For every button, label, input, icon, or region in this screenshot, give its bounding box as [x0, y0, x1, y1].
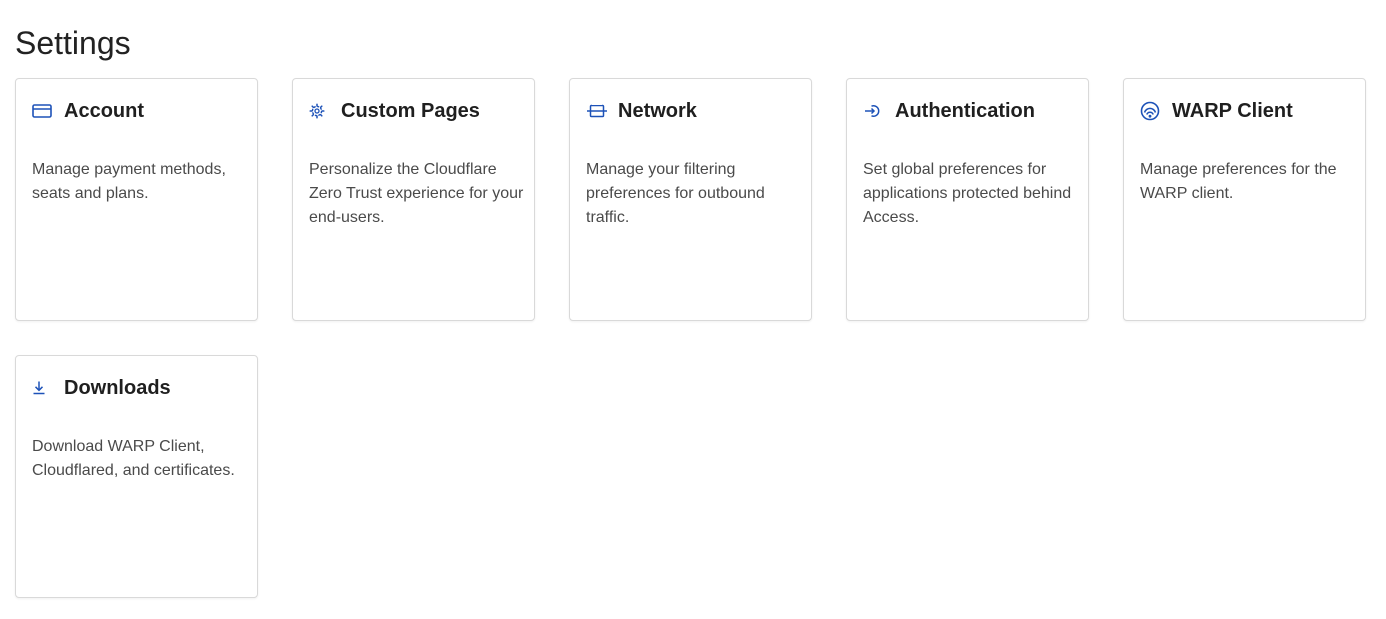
- page-title: Settings: [15, 25, 131, 61]
- card-description: Set global preferences for applications …: [863, 161, 1072, 226]
- card-header: Network: [586, 99, 697, 123]
- card-title: Authentication: [895, 99, 1035, 122]
- card-header: Downloads: [32, 376, 171, 400]
- card-custom-pages[interactable]: Custom Pages Personalize the Cloudflare …: [292, 78, 535, 321]
- card-downloads[interactable]: Downloads Download WARP Client, Cloudfla…: [15, 355, 258, 598]
- card-title: Downloads: [64, 376, 171, 399]
- card-account[interactable]: Account Manage payment methods, seats an…: [15, 78, 258, 321]
- credit-card-icon: [32, 100, 54, 122]
- card-description: Manage preferences for the WARP client.: [1140, 161, 1337, 202]
- gear-icon: [309, 100, 331, 122]
- card-authentication[interactable]: Authentication Set global preferences fo…: [846, 78, 1089, 321]
- sign-in-icon: [863, 100, 885, 122]
- card-title: Network: [618, 99, 697, 122]
- card-header: Account: [32, 99, 144, 123]
- card-warp-client[interactable]: WARP Client Manage preferences for the W…: [1123, 78, 1366, 321]
- card-description: Download WARP Client, Cloudflared, and c…: [32, 438, 235, 479]
- card-title: Account: [64, 99, 144, 122]
- card-description: Manage your filtering preferences for ou…: [586, 161, 765, 226]
- card-description: Personalize the Cloudflare Zero Trust ex…: [309, 161, 524, 226]
- settings-page: Settings Account Manage payment methods,…: [0, 0, 1386, 619]
- warp-icon: [1140, 100, 1162, 122]
- card-description: Manage payment methods, seats and plans.: [32, 161, 226, 202]
- card-title: Custom Pages: [341, 99, 480, 122]
- download-icon: [32, 377, 54, 399]
- network-icon: [586, 100, 608, 122]
- card-header: WARP Client: [1140, 99, 1293, 123]
- card-title: WARP Client: [1172, 99, 1293, 122]
- card-header: Authentication: [863, 99, 1035, 123]
- card-network[interactable]: Network Manage your filtering preference…: [569, 78, 812, 321]
- card-header: Custom Pages: [309, 99, 480, 123]
